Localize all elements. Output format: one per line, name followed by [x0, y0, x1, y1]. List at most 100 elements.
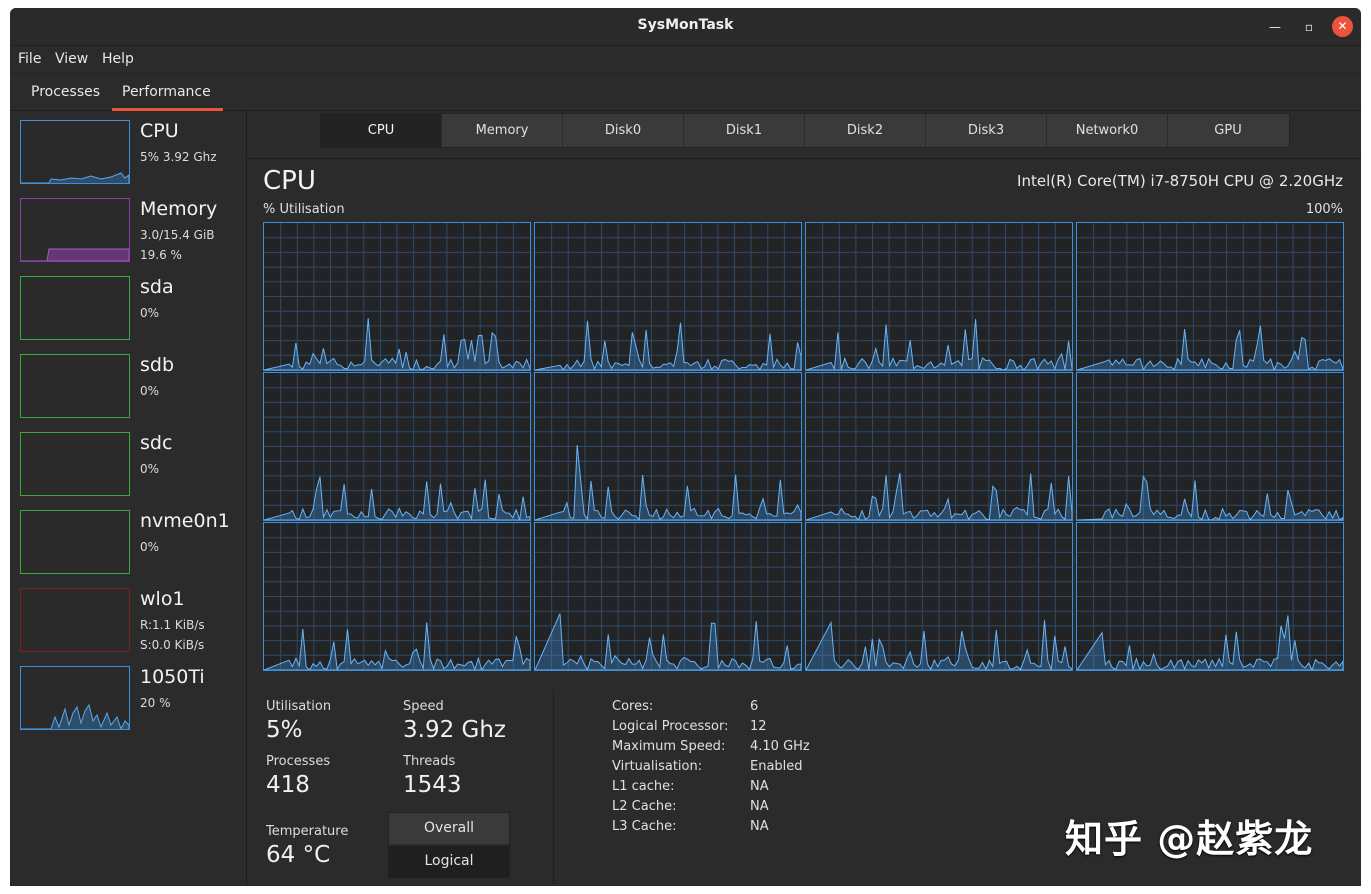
network-mini-graph: [20, 588, 130, 652]
graph-mode-toggle: Overall Logical: [388, 812, 510, 878]
info-value: NA: [750, 779, 769, 794]
tab-disk2[interactable]: Disk2: [805, 114, 926, 147]
core-graph: [534, 222, 802, 371]
sidebar-item-cpu[interactable]: CPU 5% 3.92 Ghz: [20, 120, 245, 190]
core-graph: [263, 372, 531, 521]
tab-performance[interactable]: Performance: [112, 84, 223, 111]
tab-cpu[interactable]: CPU: [321, 114, 442, 147]
processes-value: 418: [266, 772, 310, 798]
sidebar-item-label: sda: [140, 276, 174, 298]
performance-panel: CPU Memory Disk0 Disk1 Disk2 Disk3 Netwo…: [247, 111, 1361, 886]
menu-file[interactable]: File: [18, 51, 41, 67]
logical-button[interactable]: Logical: [389, 846, 509, 877]
info-key: L3 Cache:: [612, 819, 677, 834]
info-key: Logical Processor:: [612, 719, 729, 734]
core-graph: [1076, 222, 1344, 371]
info-value: NA: [750, 819, 769, 834]
sidebar-item-value: 5% 3.92 Ghz: [140, 150, 217, 164]
temperature-value: 64 °C: [266, 842, 331, 868]
device-sidebar: CPU 5% 3.92 Ghz Memory 3.0/15.4 GiB 19.6…: [10, 111, 247, 886]
sidebar-item-nvme0n1[interactable]: nvme0n1 0%: [20, 510, 245, 580]
sidebar-item-memory[interactable]: Memory 3.0/15.4 GiB 19.6 %: [20, 198, 245, 268]
info-value: 4.10 GHz: [750, 739, 810, 754]
tab-disk3[interactable]: Disk3: [926, 114, 1047, 147]
core-graph: [1076, 372, 1344, 521]
tab-processes[interactable]: Processes: [31, 84, 100, 100]
sidebar-item-1050ti[interactable]: 1050Ti 20 %: [20, 666, 245, 736]
sidebar-item-value: 3.0/15.4 GiB: [140, 228, 215, 242]
info-key: L2 Cache:: [612, 799, 677, 814]
tab-disk1[interactable]: Disk1: [684, 114, 805, 147]
processes-label: Processes: [266, 754, 331, 769]
maximize-icon[interactable]: ▫: [1298, 16, 1320, 38]
core-graph: [263, 522, 531, 671]
divider: [553, 689, 554, 884]
sidebar-item-label: CPU: [140, 120, 179, 142]
info-key: L1 cache:: [612, 779, 675, 794]
info-key: Cores:: [612, 699, 654, 714]
tab-gpu[interactable]: GPU: [1168, 114, 1288, 147]
sidebar-item-label: sdc: [140, 432, 173, 454]
sidebar-item-wlo1[interactable]: wlo1 R:1.1 KiB/s S:0.0 KiB/s: [20, 588, 245, 658]
tab-network0[interactable]: Network0: [1047, 114, 1168, 147]
cpu-model: Intel(R) Core(TM) i7-8750H CPU @ 2.20GHz: [1017, 172, 1343, 190]
divider: [247, 158, 1361, 159]
app-window: SysMonTask — ▫ ✕ File View Help Processe…: [10, 8, 1361, 886]
sidebar-item-sdc[interactable]: sdc 0%: [20, 432, 245, 502]
utilisation-axis-label: % Utilisation: [263, 202, 345, 217]
sidebar-item-label: 1050Ti: [140, 666, 205, 688]
page-title: CPU: [263, 166, 316, 196]
sidebar-item-value: 0%: [140, 384, 160, 398]
disk-mini-graph: [20, 276, 130, 340]
cpu-core-graphs: [263, 222, 1344, 671]
speed-label: Speed: [403, 699, 444, 714]
sidebar-item-label: sdb: [140, 354, 175, 376]
utilisation-value: 5%: [266, 717, 303, 743]
sidebar-item-sdb[interactable]: sdb 0%: [20, 354, 245, 424]
minimize-icon[interactable]: —: [1264, 16, 1286, 38]
menu-help[interactable]: Help: [102, 51, 134, 67]
sidebar-item-value2: 19.6 %: [140, 248, 182, 262]
tab-memory[interactable]: Memory: [442, 114, 563, 147]
info-value: Enabled: [750, 759, 803, 774]
sidebar-item-value2: S:0.0 KiB/s: [140, 638, 205, 652]
core-graph: [805, 222, 1073, 371]
temperature-label: Temperature: [266, 824, 349, 839]
threads-label: Threads: [403, 754, 456, 769]
disk-mini-graph: [20, 432, 130, 496]
tab-disk0[interactable]: Disk0: [563, 114, 684, 147]
sidebar-item-sda[interactable]: sda 0%: [20, 276, 245, 346]
speed-value: 3.92 Ghz: [403, 717, 506, 743]
menu-view[interactable]: View: [55, 51, 88, 67]
info-key: Maximum Speed:: [612, 739, 726, 754]
utilisation-max-label: 100%: [1305, 202, 1343, 217]
core-graph: [534, 372, 802, 521]
core-graph: [805, 372, 1073, 521]
watermark-text: 知乎 @赵紫龙: [1065, 817, 1314, 861]
info-value: 12: [750, 719, 767, 734]
gpu-mini-graph: [20, 666, 130, 730]
cpu-mini-graph: [20, 120, 130, 184]
sidebar-item-value: 0%: [140, 462, 160, 476]
sidebar-item-label: Memory: [140, 198, 218, 220]
sidebar-item-value: 0%: [140, 306, 160, 320]
sidebar-item-label: nvme0n1: [140, 510, 230, 532]
core-graph: [534, 522, 802, 671]
title-bar[interactable]: SysMonTask — ▫ ✕: [10, 8, 1361, 46]
core-graph: [1076, 522, 1344, 671]
info-value: 6: [750, 699, 759, 714]
close-icon[interactable]: ✕: [1332, 16, 1353, 37]
disk-mini-graph: [20, 354, 130, 418]
main-tabs: Processes Performance: [10, 74, 1361, 111]
sidebar-item-label: wlo1: [140, 588, 185, 610]
core-graph: [805, 522, 1073, 671]
overall-button[interactable]: Overall: [389, 813, 509, 844]
window-title: SysMonTask: [637, 17, 734, 33]
disk-mini-graph: [20, 510, 130, 574]
device-tab-bar: CPU Memory Disk0 Disk1 Disk2 Disk3 Netwo…: [320, 113, 1290, 148]
sidebar-item-value: 20 %: [140, 696, 171, 710]
sidebar-item-value: 0%: [140, 540, 160, 554]
info-value: NA: [750, 799, 769, 814]
sidebar-item-value: R:1.1 KiB/s: [140, 618, 205, 632]
threads-value: 1543: [403, 772, 462, 798]
